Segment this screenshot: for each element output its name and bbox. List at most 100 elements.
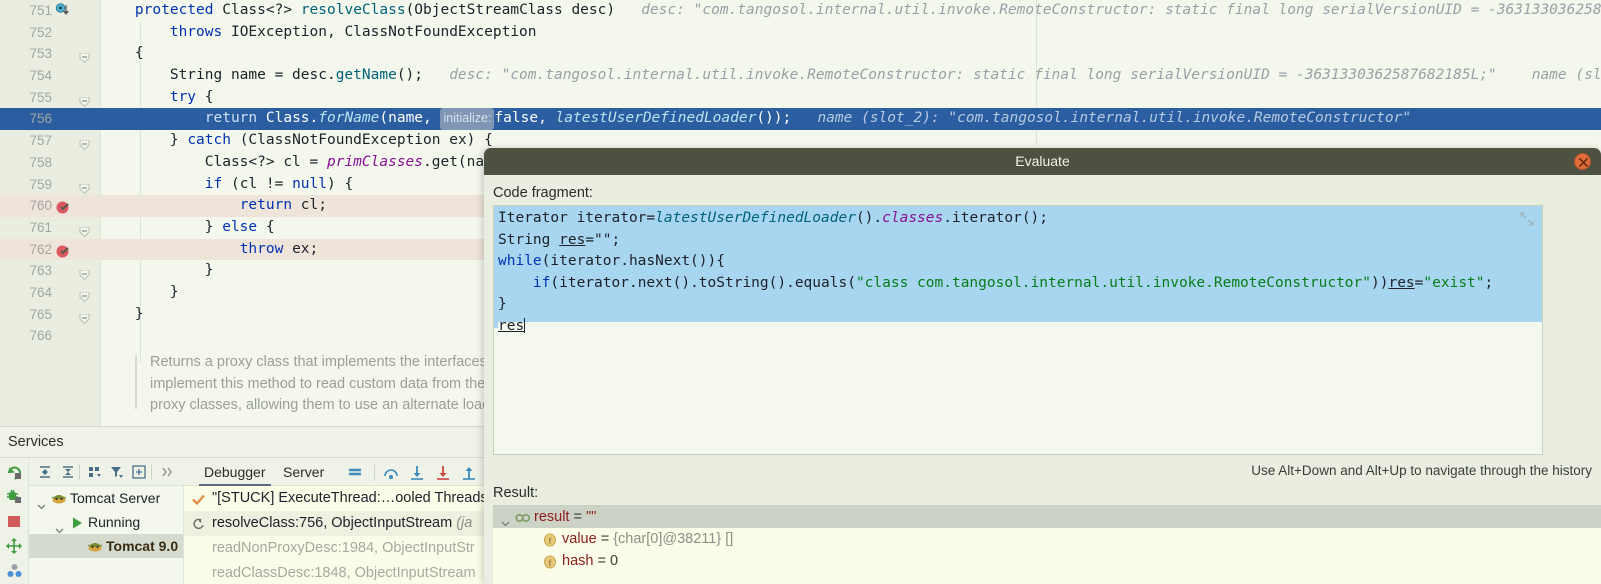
frame-label: readNonProxyDesc:1984, ObjectInputStr [212, 540, 475, 556]
more-icon[interactable] [159, 464, 175, 480]
line-number: 754 [29, 68, 52, 84]
result-label: Result: [493, 485, 539, 501]
fold-marker-icon[interactable] [79, 93, 90, 107]
step-over-icon[interactable] [383, 465, 399, 481]
code-fragment-label: Code fragment: [493, 185, 593, 201]
code-text: String name = desc.getName(); desc: "com… [100, 67, 1601, 84]
code-line[interactable]: 751 protected Class<?> resolveClass(Obje… [0, 0, 1601, 22]
tree-item-label: Tomcat Server [70, 490, 161, 506]
code-line[interactable]: 754 String name = desc.getName(); desc: … [0, 65, 1601, 87]
close-icon[interactable] [1574, 153, 1591, 170]
breakpoint-verified-icon[interactable] [55, 242, 72, 259]
chevron-down-icon[interactable] [55, 518, 64, 534]
chevron-down-icon[interactable] [501, 513, 510, 527]
fold-marker-icon[interactable] [79, 180, 90, 194]
result-row-text: hash = 0 [562, 550, 618, 572]
fold-marker-icon[interactable] [79, 310, 90, 324]
result-tree[interactable]: result = "" f value = {char[0]@38211} [] f h… [493, 505, 1601, 584]
expand-editor-icon[interactable] [1520, 212, 1534, 226]
collapse-all-icon[interactable] [60, 464, 76, 480]
fragment-line: String res=""; [498, 231, 621, 248]
result-variable-name: value [562, 531, 597, 547]
toolbar-separator [79, 464, 80, 480]
result-row-text: result = "" [534, 506, 596, 528]
frame-label: resolveClass:756, ObjectInputStream (ja [212, 515, 473, 531]
tomcat-icon [51, 490, 67, 506]
debug-rerun-icon[interactable] [6, 488, 23, 505]
expand-all-icon[interactable] [6, 538, 23, 555]
code-line[interactable]: 753 { [0, 43, 1601, 65]
line-number: 753 [29, 46, 52, 62]
breakpoint-verified-icon[interactable] [55, 198, 72, 215]
code-text: throws IOException, ClassNotFoundExcepti… [169, 23, 537, 40]
fold-marker-icon[interactable] [79, 288, 90, 303]
code-line[interactable]: 752 throws IOException, ClassNotFoundExc… [0, 22, 1601, 44]
result-row[interactable]: f hash = 0 [493, 550, 1601, 572]
frame-source: (ja [456, 515, 473, 531]
code-fragment-text: Iterator iterator=latestUserDefinedLoade… [498, 208, 1538, 337]
tree-item-label: Tomcat 9.0 [106, 538, 179, 554]
reference-badge-icon [515, 510, 531, 524]
services-left-rail[interactable] [0, 458, 29, 584]
frame-current-icon [191, 516, 206, 531]
rerun-icon[interactable] [6, 464, 23, 481]
result-variable-value: {char[0]@38211} [] [613, 531, 734, 547]
tree-item-tomcat-9-0[interactable]: Tomcat 9.0 [29, 534, 183, 558]
fold-marker-icon[interactable] [79, 266, 90, 281]
result-variable-name: result [534, 509, 570, 525]
code-line[interactable]: 756 return Class.forName(name, initializ… [0, 108, 1601, 131]
field-badge-icon: f [543, 532, 557, 547]
force-step-into-icon[interactable] [435, 465, 451, 481]
result-row[interactable]: result = "" [493, 506, 1601, 528]
result-variable-name: hash [562, 553, 594, 569]
tree-item-running[interactable]: Running [29, 510, 183, 534]
history-hint: Use Alt+Down and Alt+Up to navigate thro… [1251, 463, 1592, 478]
tree-item-tomcat-server[interactable]: Tomcat Server [29, 486, 183, 510]
text-caret [524, 318, 526, 333]
line-number: 758 [29, 154, 52, 170]
implements-method-icon[interactable] [55, 3, 72, 20]
tree-item-label: Running [88, 514, 141, 530]
fold-marker-icon[interactable] [79, 136, 90, 151]
stop-icon[interactable] [6, 513, 23, 530]
equals-sign: = [569, 509, 586, 525]
run-arrow-icon [69, 514, 85, 530]
line-number: 761 [29, 219, 52, 235]
code-text: } catch (ClassNotFoundException ex) { [100, 132, 493, 149]
line-number: 764 [29, 284, 52, 300]
frame-label: "[STUCK] ExecuteThread:…ooled Threads [212, 490, 488, 506]
line-number: 755 [29, 89, 52, 105]
svg-text:f: f [549, 537, 552, 546]
line-number: 756 [29, 111, 52, 127]
line-number: 760 [29, 198, 52, 214]
fold-marker-icon[interactable] [79, 49, 90, 64]
dialog-titlebar[interactable]: Evaluate [484, 148, 1601, 175]
services-tree[interactable]: Tomcat Server Running Tomcat 9.0 [29, 486, 184, 584]
tab-debugger[interactable]: Debugger [199, 461, 271, 486]
step-out-icon[interactable] [461, 465, 477, 481]
result-row[interactable]: f value = {char[0]@38211} [] [493, 528, 1601, 550]
console-icon[interactable] [347, 465, 363, 481]
result-row-text: value = {char[0]@38211} [] [562, 528, 733, 550]
code-text: return Class.forName(name, initialize: fa… [100, 108, 1411, 131]
services-tree-toolbar[interactable] [29, 458, 184, 486]
expand-all-icon[interactable] [37, 464, 53, 480]
tab-server[interactable]: Server [278, 461, 329, 486]
filter-icon[interactable] [109, 464, 125, 480]
add-frame-icon[interactable] [131, 464, 147, 480]
code-line[interactable]: 755 try { [0, 87, 1601, 109]
toolbar-separator [151, 464, 152, 480]
code-text: } else { [100, 218, 275, 235]
code-fragment-editor[interactable]: Iterator iterator=latestUserDefinedLoade… [493, 205, 1543, 455]
line-number: 763 [29, 263, 52, 279]
settings-dots-icon[interactable] [6, 563, 23, 580]
tomcat-icon [87, 538, 103, 554]
code-text: try { [169, 88, 214, 105]
group-icon[interactable] [87, 464, 103, 480]
line-number: 766 [29, 328, 52, 344]
line-number: 757 [29, 133, 52, 149]
chevron-down-icon[interactable] [37, 494, 46, 510]
frame-label: readClassDesc:1848, ObjectInputStream [212, 565, 476, 581]
fold-marker-icon[interactable] [79, 223, 90, 238]
step-into-icon[interactable] [409, 465, 425, 481]
